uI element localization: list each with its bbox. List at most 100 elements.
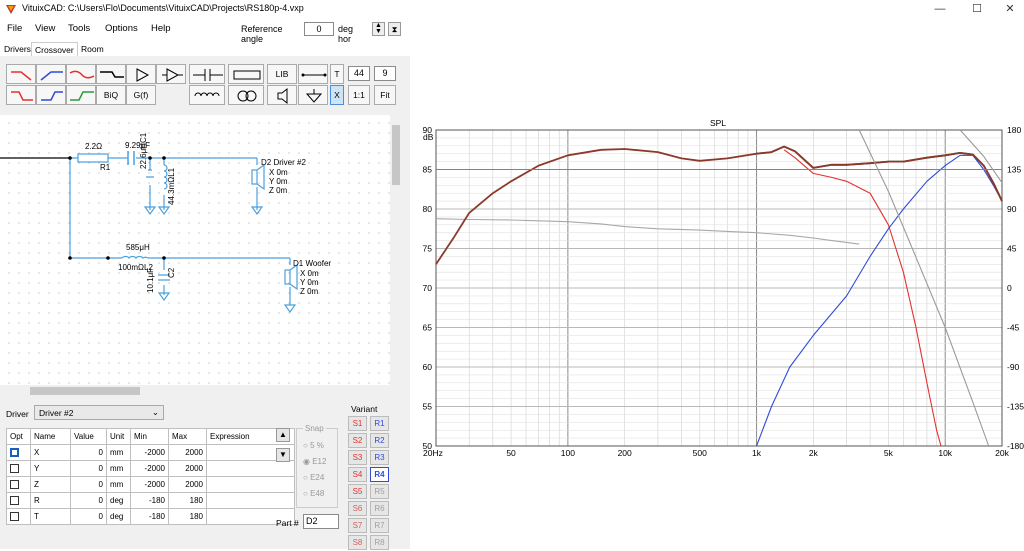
row-expression[interactable] (206, 460, 295, 477)
variant-r2-button[interactable]: R2 (370, 433, 389, 448)
row-value[interactable]: 0 (70, 476, 107, 493)
opt-checkbox[interactable] (6, 508, 31, 525)
variant-s2-button[interactable]: S2 (348, 433, 367, 448)
row-expression[interactable] (206, 492, 295, 509)
opt-checkbox[interactable] (6, 476, 31, 493)
transfer-function-button[interactable]: G(f) (126, 85, 156, 105)
close-button[interactable]: ✕ (995, 0, 1024, 18)
row-min[interactable]: -2000 (130, 444, 169, 461)
spin-updown-icon[interactable]: ▲ ▼ (372, 22, 385, 36)
capacitor-tool[interactable] (189, 64, 225, 84)
row-max[interactable]: 2000 (168, 460, 207, 477)
row-max[interactable]: 180 (168, 492, 207, 509)
menu-options[interactable]: Options (105, 23, 138, 34)
row-value[interactable]: 0 (70, 460, 107, 477)
spl-chart[interactable]: SPL dB 20Hz 50 100 200 500 1k 2k 5k 10k 20k505560… (410, 18, 1024, 549)
library-button[interactable]: LIB (267, 64, 297, 84)
variant-r1-button[interactable]: R1 (370, 416, 389, 431)
variant-r4-button[interactable]: R4 (370, 467, 389, 482)
amplifier-tool[interactable] (126, 64, 156, 84)
variant-s8-button[interactable]: S8 (348, 535, 367, 550)
variant-s3-button[interactable]: S3 (348, 450, 367, 465)
variant-s6-button[interactable]: S6 (348, 501, 367, 516)
driver-select-label: Driver (6, 409, 29, 419)
snap-option-5pct[interactable]: ○ 5 % (303, 441, 324, 450)
table-row[interactable]: T 0 deg -180 180 (6, 508, 295, 525)
maximize-button[interactable]: ☐ (962, 0, 992, 18)
delete-x-button[interactable]: X (330, 85, 344, 105)
d1-name[interactable]: D1 Woofer (293, 259, 331, 268)
transformer-tool[interactable] (228, 85, 264, 105)
lowpass-red-tool[interactable] (6, 64, 36, 84)
d2-name[interactable]: D2 Driver #2 (261, 158, 306, 167)
row-value[interactable]: 0 (70, 444, 107, 461)
move-down-icon[interactable]: ▼ (276, 448, 290, 462)
driver-select[interactable]: Driver #2 ⌄ (34, 405, 164, 420)
tab-room[interactable]: Room (78, 42, 107, 56)
move-up-icon[interactable]: ▲ (276, 428, 290, 442)
r1-value[interactable]: 2.2Ω (85, 142, 102, 151)
row-min[interactable]: -180 (130, 492, 169, 509)
variant-r3-button[interactable]: R3 (370, 450, 389, 465)
row-max[interactable]: 2000 (168, 444, 207, 461)
menu-view[interactable]: View (35, 23, 55, 34)
row-max[interactable]: 180 (168, 508, 207, 525)
variant-s5-button[interactable]: S5 (348, 484, 367, 499)
speaker-tool[interactable] (267, 85, 297, 105)
table-row[interactable]: R 0 deg -180 180 (6, 492, 295, 509)
bandpass-red-tool[interactable] (66, 64, 96, 84)
l2-value[interactable]: 585μH (126, 243, 150, 252)
reset-angle-icon[interactable]: ⧗ (388, 22, 401, 36)
part-input[interactable]: D2 (303, 514, 339, 529)
zoom-1to1-button[interactable]: 1:1 (348, 85, 370, 105)
text-tool[interactable]: T (330, 64, 344, 84)
menu-file[interactable]: File (7, 23, 22, 34)
variant-s1-button[interactable]: S1 (348, 416, 367, 431)
bandpass-green-tool[interactable] (66, 85, 96, 105)
snap-option-e12[interactable]: ◉ E12 (303, 457, 326, 466)
reference-angle-input[interactable]: 0 (304, 22, 334, 36)
row-value[interactable]: 0 (70, 492, 107, 509)
snap-option-e24[interactable]: ○ E24 (303, 473, 324, 482)
schematic-vertical-scrollbar[interactable] (390, 115, 402, 385)
grid-width-input[interactable]: 44 (348, 66, 370, 81)
buffer-tool[interactable] (156, 64, 186, 84)
resistor-tool[interactable] (228, 64, 264, 84)
zoom-fit-button[interactable]: Fit (374, 85, 396, 105)
opt-checkbox[interactable] (6, 444, 31, 461)
schematic-horizontal-scrollbar[interactable] (0, 385, 390, 397)
variant-r5-button[interactable]: R5 (370, 484, 389, 499)
variant-r7-button[interactable]: R7 (370, 518, 389, 533)
row-max[interactable]: 2000 (168, 476, 207, 493)
row-min[interactable]: -2000 (130, 476, 169, 493)
table-row[interactable]: Z 0 mm -2000 2000 (6, 476, 295, 493)
table-row[interactable]: Y 0 mm -2000 2000 (6, 460, 295, 477)
inductor-tool[interactable] (189, 85, 225, 105)
line-step-tool[interactable] (96, 64, 126, 84)
variant-s7-button[interactable]: S7 (348, 518, 367, 533)
lowpass2-red-tool[interactable] (6, 85, 36, 105)
menu-tools[interactable]: Tools (68, 23, 90, 34)
row-min[interactable]: -180 (130, 508, 169, 525)
tab-crossover[interactable]: Crossover (31, 42, 78, 56)
table-row[interactable]: X 0 mm -2000 2000 (6, 444, 295, 461)
highpass2-blue-tool[interactable] (36, 85, 66, 105)
opt-checkbox[interactable] (6, 492, 31, 509)
minimize-button[interactable]: — (925, 0, 955, 18)
variant-r8-button[interactable]: R8 (370, 535, 389, 550)
ground-tool[interactable] (298, 85, 328, 105)
highpass-blue-tool[interactable] (36, 64, 66, 84)
row-min[interactable]: -2000 (130, 460, 169, 477)
opt-checkbox[interactable] (6, 460, 31, 477)
row-value[interactable]: 0 (70, 508, 107, 525)
variant-r6-button[interactable]: R6 (370, 501, 389, 516)
biquad-button[interactable]: BiQ (96, 85, 126, 105)
schematic-canvas[interactable]: 2.2Ω R1 9.29μF 22.6μHC1 44.3mΩL1 D2 Driv… (0, 115, 390, 385)
row-expression[interactable] (206, 476, 295, 493)
menu-help[interactable]: Help (151, 23, 171, 34)
snap-option-e48[interactable]: ○ E48 (303, 489, 324, 498)
wire-tool[interactable] (298, 64, 328, 84)
grid-height-input[interactable]: 9 (374, 66, 396, 81)
tab-drivers[interactable]: Drivers (1, 42, 34, 56)
variant-s4-button[interactable]: S4 (348, 467, 367, 482)
